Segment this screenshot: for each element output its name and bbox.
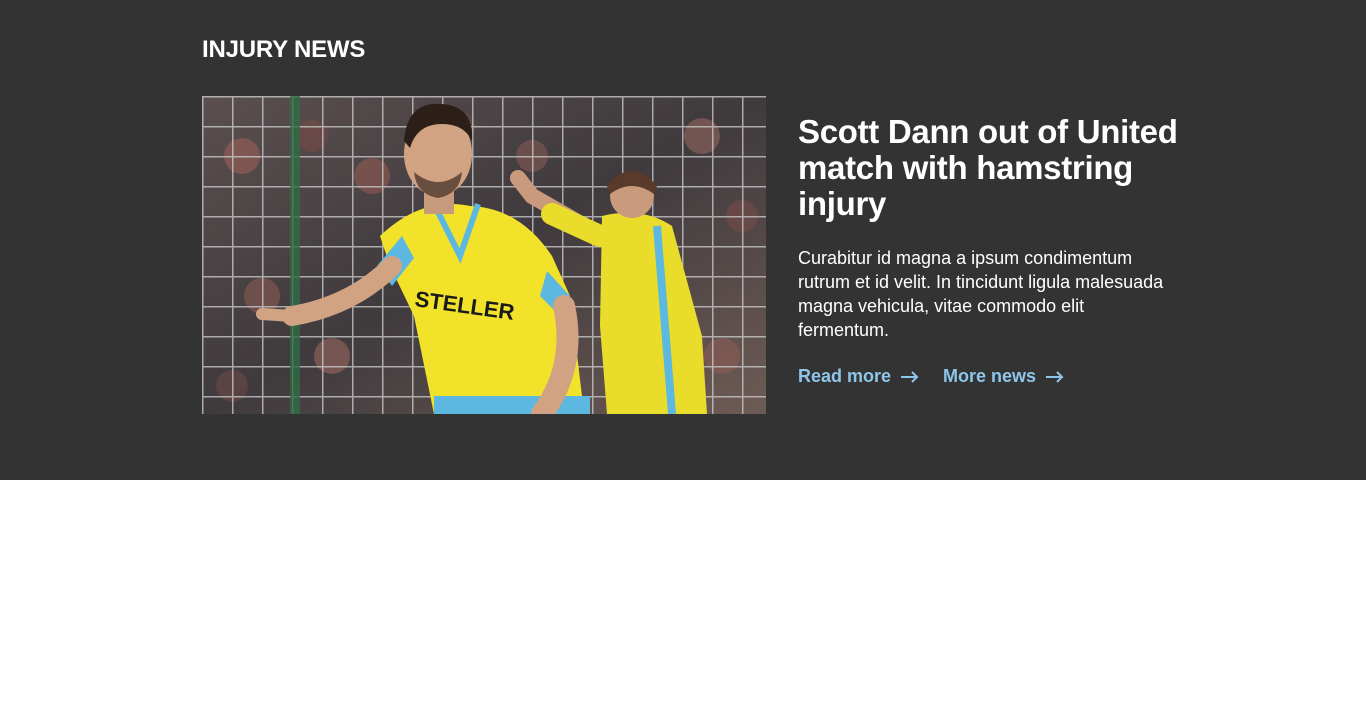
read-more-link[interactable]: Read more (798, 366, 919, 387)
read-more-label: Read more (798, 366, 892, 386)
section-title: INJURY NEWS (202, 36, 366, 63)
injury-news-section: INJURY NEWS STELLER Scott Dann out of Un… (0, 0, 1366, 480)
arrow-right-icon (1046, 370, 1064, 383)
article-image[interactable]: STELLER (202, 96, 766, 414)
more-news-link[interactable]: More news (943, 366, 1064, 387)
article-photo-illustration: STELLER (202, 96, 766, 414)
article-links: Read more More news (798, 366, 1064, 387)
more-news-label: More news (943, 366, 1037, 386)
article-headline[interactable]: Scott Dann out of United match with hams… (798, 114, 1178, 222)
arrow-right-icon (901, 370, 919, 383)
article-summary: Curabitur id magna a ipsum condimentum r… (798, 248, 1164, 340)
